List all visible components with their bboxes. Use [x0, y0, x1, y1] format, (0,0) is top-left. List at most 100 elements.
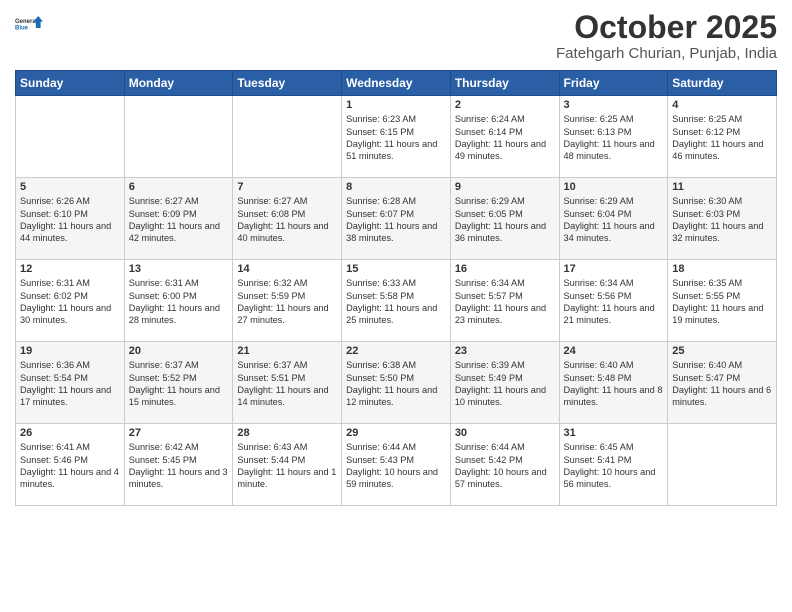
calendar-cell: 25 Sunrise: 6:40 AM Sunset: 5:47 PM Dayli…: [668, 342, 777, 424]
calendar-cell: 14 Sunrise: 6:32 AM Sunset: 5:59 PM Dayli…: [233, 260, 342, 342]
calendar: SundayMondayTuesdayWednesdayThursdayFrid…: [15, 70, 777, 506]
cell-info: Sunrise: 6:27 AM Sunset: 6:09 PM Dayligh…: [129, 195, 229, 245]
calendar-cell: 1 Sunrise: 6:23 AM Sunset: 6:15 PM Daylig…: [342, 96, 451, 178]
calendar-cell: 23Sunrise: 6:39 AM Sunset: 5:49 PM Dayli…: [450, 342, 559, 424]
cell-info: Sunrise: 6:33 AM Sunset: 5:58 PM Dayligh…: [346, 277, 446, 327]
cell-info: Sunrise: 6:35 AM Sunset: 5:55 PM Dayligh…: [672, 277, 772, 327]
calendar-cell: 11 Sunrise: 6:30 AM Sunset: 6:03 PM Dayli…: [668, 178, 777, 260]
calendar-cell: 22 Sunrise: 6:38 AM Sunset: 5:50 PM Dayli…: [342, 342, 451, 424]
day-number: 16: [455, 263, 555, 275]
cell-info: Sunrise: 6:28 AM Sunset: 6:07 PM Dayligh…: [346, 195, 446, 245]
location: Fatehgarh Churian, Punjab, India: [556, 45, 777, 62]
day-number: 23: [455, 345, 555, 357]
calendar-cell: 30 Sunrise: 6:44 AM Sunset: 5:42 PM Dayli…: [450, 424, 559, 506]
cell-info: Sunrise: 6:38 AM Sunset: 5:50 PM Dayligh…: [346, 359, 446, 409]
month-title: October 2025: [556, 10, 777, 45]
cell-info: Sunrise: 6:37 AM Sunset: 5:52 PM Dayligh…: [129, 359, 229, 409]
cell-info: Sunrise: 6:30 AM Sunset: 6:03 PM Dayligh…: [672, 195, 772, 245]
day-number: 6: [129, 181, 229, 193]
cell-info: Sunrise: 6:34 AM Sunset: 5:56 PM Dayligh…: [564, 277, 664, 327]
cell-info: Sunrise: 6:29 AM Sunset: 6:05 PM Dayligh…: [455, 195, 555, 245]
cell-info: Sunrise: 6:31 AM Sunset: 6:02 PM Dayligh…: [20, 277, 120, 327]
cell-info: Sunrise: 6:44 AM Sunset: 5:42 PM Dayligh…: [455, 441, 555, 491]
day-number: 2: [455, 99, 555, 111]
cell-info: Sunrise: 6:44 AM Sunset: 5:43 PM Dayligh…: [346, 441, 446, 491]
day-number: 5: [20, 181, 120, 193]
header-cell-tuesday: Tuesday: [233, 71, 342, 96]
calendar-cell: 26 Sunrise: 6:41 AM Sunset: 5:46 PM Dayli…: [16, 424, 125, 506]
week-row-3: 12 Sunrise: 6:31 AM Sunset: 6:02 PM Dayli…: [16, 260, 777, 342]
cell-info: Sunrise: 6:43 AM Sunset: 5:44 PM Dayligh…: [237, 441, 337, 491]
header-cell-wednesday: Wednesday: [342, 71, 451, 96]
cell-info: Sunrise: 6:40 AM Sunset: 5:47 PM Dayligh…: [672, 359, 772, 409]
cell-info: Sunrise: 6:23 AM Sunset: 6:15 PM Dayligh…: [346, 113, 446, 163]
cell-info: Sunrise: 6:24 AM Sunset: 6:14 PM Dayligh…: [455, 113, 555, 163]
logo-icon: General Blue: [15, 10, 43, 38]
calendar-cell: 9 Sunrise: 6:29 AM Sunset: 6:05 PM Daylig…: [450, 178, 559, 260]
day-number: 30: [455, 427, 555, 439]
day-number: 3: [564, 99, 664, 111]
day-number: 14: [237, 263, 337, 275]
week-row-1: 1 Sunrise: 6:23 AM Sunset: 6:15 PM Daylig…: [16, 96, 777, 178]
cell-info: Sunrise: 6:37 AM Sunset: 5:51 PM Dayligh…: [237, 359, 337, 409]
calendar-cell: 13 Sunrise: 6:31 AM Sunset: 6:00 PM Dayli…: [124, 260, 233, 342]
calendar-cell: [668, 424, 777, 506]
cell-info: Sunrise: 6:31 AM Sunset: 6:00 PM Dayligh…: [129, 277, 229, 327]
day-number: 19: [20, 345, 120, 357]
calendar-cell: 10 Sunrise: 6:29 AM Sunset: 6:04 PM Dayli…: [559, 178, 668, 260]
week-row-2: 5 Sunrise: 6:26 AM Sunset: 6:10 PM Daylig…: [16, 178, 777, 260]
header-cell-monday: Monday: [124, 71, 233, 96]
day-number: 9: [455, 181, 555, 193]
calendar-cell: 29 Sunrise: 6:44 AM Sunset: 5:43 PM Dayli…: [342, 424, 451, 506]
day-number: 15: [346, 263, 446, 275]
day-number: 22: [346, 345, 446, 357]
calendar-cell: [124, 96, 233, 178]
day-number: 31: [564, 427, 664, 439]
calendar-cell: 4Sunrise: 6:25 AM Sunset: 6:12 PM Daylig…: [668, 96, 777, 178]
header-cell-friday: Friday: [559, 71, 668, 96]
day-number: 17: [564, 263, 664, 275]
cell-info: Sunrise: 6:36 AM Sunset: 5:54 PM Dayligh…: [20, 359, 120, 409]
day-number: 20: [129, 345, 229, 357]
day-number: 11: [672, 181, 772, 193]
calendar-cell: 6 Sunrise: 6:27 AM Sunset: 6:09 PM Daylig…: [124, 178, 233, 260]
cell-info: Sunrise: 6:29 AM Sunset: 6:04 PM Dayligh…: [564, 195, 664, 245]
header: General Blue October 2025 Fatehgarh Chur…: [15, 10, 777, 62]
day-number: 4: [672, 99, 772, 111]
day-number: 12: [20, 263, 120, 275]
day-number: 10: [564, 181, 664, 193]
page: General Blue October 2025 Fatehgarh Chur…: [0, 0, 792, 612]
day-number: 21: [237, 345, 337, 357]
calendar-cell: 21 Sunrise: 6:37 AM Sunset: 5:51 PM Dayli…: [233, 342, 342, 424]
header-cell-saturday: Saturday: [668, 71, 777, 96]
calendar-cell: 5 Sunrise: 6:26 AM Sunset: 6:10 PM Daylig…: [16, 178, 125, 260]
header-cell-sunday: Sunday: [16, 71, 125, 96]
day-number: 13: [129, 263, 229, 275]
svg-text:Blue: Blue: [15, 26, 29, 32]
calendar-cell: [16, 96, 125, 178]
calendar-cell: 17 Sunrise: 6:34 AM Sunset: 5:56 PM Dayli…: [559, 260, 668, 342]
calendar-cell: 7Sunrise: 6:27 AM Sunset: 6:08 PM Daylig…: [233, 178, 342, 260]
day-number: 27: [129, 427, 229, 439]
day-number: 25: [672, 345, 772, 357]
day-number: 26: [20, 427, 120, 439]
calendar-cell: 16Sunrise: 6:34 AM Sunset: 5:57 PM Dayli…: [450, 260, 559, 342]
calendar-cell: 20 Sunrise: 6:37 AM Sunset: 5:52 PM Dayli…: [124, 342, 233, 424]
calendar-cell: 3 Sunrise: 6:25 AM Sunset: 6:13 PM Daylig…: [559, 96, 668, 178]
week-row-5: 26 Sunrise: 6:41 AM Sunset: 5:46 PM Dayli…: [16, 424, 777, 506]
header-cell-thursday: Thursday: [450, 71, 559, 96]
header-row: SundayMondayTuesdayWednesdayThursdayFrid…: [16, 71, 777, 96]
cell-info: Sunrise: 6:32 AM Sunset: 5:59 PM Dayligh…: [237, 277, 337, 327]
cell-info: Sunrise: 6:26 AM Sunset: 6:10 PM Dayligh…: [20, 195, 120, 245]
day-number: 18: [672, 263, 772, 275]
cell-info: Sunrise: 6:25 AM Sunset: 6:13 PM Dayligh…: [564, 113, 664, 163]
logo: General Blue: [15, 10, 43, 38]
calendar-cell: 12 Sunrise: 6:31 AM Sunset: 6:02 PM Dayli…: [16, 260, 125, 342]
cell-info: Sunrise: 6:41 AM Sunset: 5:46 PM Dayligh…: [20, 441, 120, 491]
calendar-cell: 27Sunrise: 6:42 AM Sunset: 5:45 PM Dayli…: [124, 424, 233, 506]
calendar-cell: 24Sunrise: 6:40 AM Sunset: 5:48 PM Dayli…: [559, 342, 668, 424]
title-block: October 2025 Fatehgarh Churian, Punjab, …: [556, 10, 777, 62]
day-number: 1: [346, 99, 446, 111]
cell-info: Sunrise: 6:45 AM Sunset: 5:41 PM Dayligh…: [564, 441, 664, 491]
day-number: 29: [346, 427, 446, 439]
